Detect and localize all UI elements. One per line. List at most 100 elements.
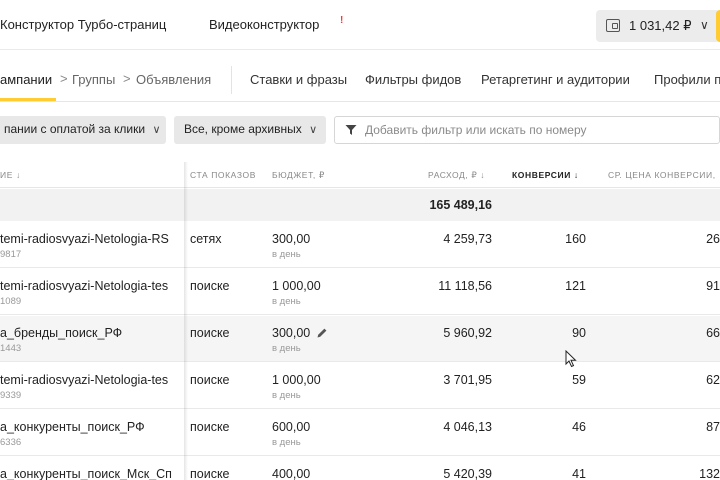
cpa-cell: 87 xyxy=(706,420,720,434)
campaign-name-link[interactable]: а_конкуренты_поиск_РФ xyxy=(0,420,184,434)
wallet-icon xyxy=(606,19,620,32)
breadcrumb-separator: > xyxy=(123,71,131,86)
balance-amount: 1 031,42 ₽ xyxy=(629,18,692,33)
chevron-down-icon: ∨ xyxy=(309,124,318,136)
divider xyxy=(231,66,232,94)
status-filter[interactable]: Все, кроме архивных ∨ xyxy=(174,116,326,144)
tab-feed-filters[interactable]: Фильтры фидов xyxy=(365,72,461,87)
tab-retargeting[interactable]: Ретаргетинг и аудитории xyxy=(481,72,630,87)
budget-cell[interactable]: 400,00 xyxy=(272,467,310,480)
campaign-name-link[interactable]: temi-radiosvyazi-Netologia-tes xyxy=(0,373,184,387)
budget-cell[interactable]: 300,00 xyxy=(272,326,310,340)
budget-period: в день xyxy=(272,343,301,354)
conversions-cell: 59 xyxy=(572,373,586,387)
place-cell: поиске xyxy=(190,467,230,480)
budget-period: в день xyxy=(272,296,301,307)
spend-cell: 5 420,39 xyxy=(443,467,492,480)
campaign-type-filter[interactable]: пании с оплатой за клики ∨ xyxy=(0,116,166,144)
campaign-name-cell: temi-radiosvyazi-Netologia-tes 9339 xyxy=(0,363,186,408)
column-header-conversions[interactable]: Конверсии ↓ xyxy=(512,170,579,180)
breadcrumb-separator: > xyxy=(60,71,68,86)
campaign-id: 6336 xyxy=(0,437,22,448)
spend-cell: 11 118,56 xyxy=(438,279,492,293)
spend-cell: 5 960,92 xyxy=(443,326,492,340)
campaign-type-label: пании с оплатой за клики xyxy=(4,122,146,136)
filter-search[interactable] xyxy=(334,116,720,144)
cpa-cell: 132 xyxy=(699,467,720,480)
campaign-name-link[interactable]: temi-radiosvyazi-Netologia-RS xyxy=(0,232,184,246)
filter-search-input[interactable] xyxy=(365,121,715,139)
campaign-name-link[interactable]: а_бренды_поиск_РФ xyxy=(0,326,184,340)
cpa-cell: 66 xyxy=(706,326,720,340)
column-header-name[interactable]: ие ↓ xyxy=(0,170,21,180)
video-constructor-link[interactable]: Видеоконструктор xyxy=(209,17,319,32)
campaign-id: 1089 xyxy=(0,296,22,307)
spend-cell: 4 259,73 xyxy=(443,232,492,246)
cpa-cell: 26 xyxy=(706,232,720,246)
conversions-cell: 46 xyxy=(572,420,586,434)
budget-period: в день xyxy=(272,437,301,448)
column-header-cpa[interactable]: Ср. цена конверсии, xyxy=(608,170,716,180)
spend-cell: 4 046,13 xyxy=(443,420,492,434)
table-row[interactable]: temi-radiosvyazi-Netologia-tes 9339 поис… xyxy=(0,363,720,409)
campaign-id: 9817 xyxy=(0,249,22,260)
campaign-name-link[interactable]: а_конкуренты_поиск_Мск_Сп xyxy=(0,467,184,480)
budget-cell[interactable]: 1 000,00 xyxy=(272,373,321,387)
table-row[interactable]: а_бренды_поиск_РФ 1443 поиске 300,00 в д… xyxy=(0,316,720,362)
campaign-name-cell: а_конкуренты_поиск_РФ 6336 xyxy=(0,410,186,455)
place-cell: сетях xyxy=(190,232,222,246)
sticky-column-shadow xyxy=(184,162,188,480)
budget-period: в день xyxy=(272,390,301,401)
table-row[interactable]: а_конкуренты_поиск_Мск_Сп поиске 400,00 … xyxy=(0,457,720,480)
totals-row: 165 489,16 xyxy=(0,189,720,221)
table-row[interactable]: temi-radiosvyazi-Netologia-tes 1089 поис… xyxy=(0,269,720,315)
place-cell: поиске xyxy=(190,420,230,434)
chevron-down-icon: ∨ xyxy=(152,124,161,136)
budget-cell[interactable]: 1 000,00 xyxy=(272,279,321,293)
spend-cell: 3 701,95 xyxy=(443,373,492,387)
campaign-name-cell: temi-radiosvyazi-Netologia-tes 1089 xyxy=(0,269,186,314)
pencil-icon[interactable] xyxy=(316,327,328,339)
conversions-cell: 160 xyxy=(565,232,586,246)
conversions-cell: 90 xyxy=(572,326,586,340)
column-header-place[interactable]: ста показов xyxy=(190,170,256,180)
conversions-cell: 121 xyxy=(565,279,586,293)
turbo-pages-link[interactable]: Конструктор Турбо-страниц xyxy=(0,17,166,32)
budget-cell[interactable]: 300,00 xyxy=(272,232,310,246)
mouse-cursor-icon xyxy=(565,350,577,368)
column-header-spend[interactable]: Расход, ₽ ↓ xyxy=(428,170,485,181)
budget-period: в день xyxy=(272,249,301,260)
place-cell: поиске xyxy=(190,279,230,293)
campaign-id: 1443 xyxy=(0,343,22,354)
table-header: ие ↓ ста показов Бюджет, ₽ Расход, ₽ ↓ К… xyxy=(0,162,720,188)
active-tab-underline xyxy=(0,98,56,101)
conversions-cell: 41 xyxy=(572,467,586,480)
navigation-row: ампании > Группы > Объявления Ставки и ф… xyxy=(0,58,720,102)
cpa-cell: 91 xyxy=(706,279,720,293)
campaign-name-cell: а_конкуренты_поиск_Мск_Сп xyxy=(0,457,186,480)
top-bar: Конструктор Турбо-страниц Видеоконструкт… xyxy=(0,0,720,50)
breadcrumb-groups[interactable]: Группы xyxy=(72,72,115,87)
campaign-id: 9339 xyxy=(0,390,22,401)
total-spend: 165 489,16 xyxy=(429,198,492,212)
budget-cell[interactable]: 600,00 xyxy=(272,420,310,434)
place-cell: поиске xyxy=(190,326,230,340)
breadcrumb-ads[interactable]: Объявления xyxy=(136,72,211,87)
filter-row: пании с оплатой за клики ∨ Все, кроме ар… xyxy=(0,110,720,150)
campaign-name-link[interactable]: temi-radiosvyazi-Netologia-tes xyxy=(0,279,184,293)
column-header-budget[interactable]: Бюджет, ₽ xyxy=(272,170,325,181)
balance-accent xyxy=(716,10,720,42)
table-row[interactable]: temi-radiosvyazi-Netologia-RS 9817 сетях… xyxy=(0,222,720,268)
campaign-name-cell: а_бренды_поиск_РФ 1443 xyxy=(0,316,186,361)
cpa-cell: 62 xyxy=(706,373,720,387)
table-row[interactable]: а_конкуренты_поиск_РФ 6336 поиске 600,00… xyxy=(0,410,720,456)
status-filter-label: Все, кроме архивных xyxy=(184,122,302,136)
breadcrumb-campaigns[interactable]: ампании xyxy=(0,72,52,87)
tab-bids-phrases[interactable]: Ставки и фразы xyxy=(250,72,347,87)
tab-profiles[interactable]: Профили п xyxy=(654,72,720,87)
place-cell: поиске xyxy=(190,373,230,387)
filter-icon xyxy=(345,125,357,135)
balance-button[interactable]: 1 031,42 ₽ ∨ xyxy=(596,10,720,42)
new-badge: ! xyxy=(340,15,344,26)
chevron-down-icon: ∨ xyxy=(700,18,709,32)
